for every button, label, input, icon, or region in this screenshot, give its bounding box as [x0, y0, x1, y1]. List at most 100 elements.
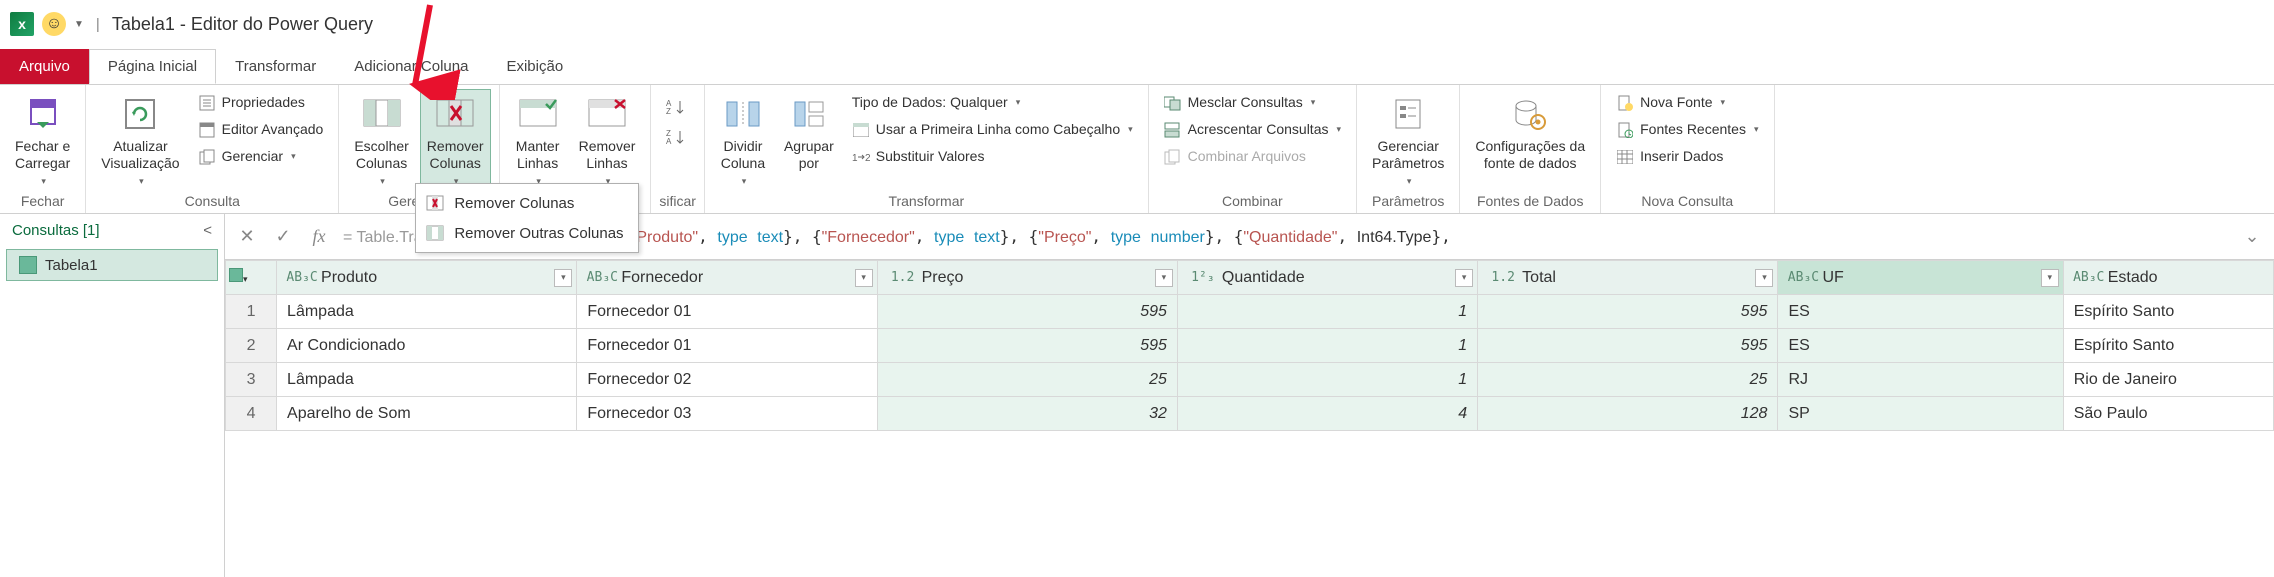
cell-uf[interactable]: ES	[1778, 329, 2063, 363]
formula-fx-button[interactable]: fx	[307, 225, 331, 249]
filter-preco[interactable]: ▾	[1155, 269, 1173, 287]
use-first-row-button[interactable]: Usar a Primeira Linha como Cabeçalho▾	[845, 116, 1140, 143]
table-row[interactable]: 3LâmpadaFornecedor 0225125RJRio de Janei…	[226, 363, 2274, 397]
ribbon: Fechar e Carregar▾ Fechar Atualizar Visu…	[0, 84, 2274, 214]
cell-preco[interactable]: 595	[877, 329, 1177, 363]
cell-fornecedor[interactable]: Fornecedor 01	[577, 329, 877, 363]
col-header-uf[interactable]: AB₃CUF▾	[1778, 261, 2063, 295]
new-source-button[interactable]: Nova Fonte▾	[1609, 89, 1765, 116]
tab-view[interactable]: Exibição	[487, 49, 582, 84]
collapse-pane-icon[interactable]: <	[203, 222, 212, 239]
group-by-button[interactable]: Agrupar por	[777, 89, 841, 177]
cell-estado[interactable]: Espírito Santo	[2063, 329, 2273, 363]
first-row-header-icon	[852, 121, 870, 139]
tab-file[interactable]: Arquivo	[0, 49, 89, 84]
table-row[interactable]: 2Ar CondicionadoFornecedor 015951595ESEs…	[226, 329, 2274, 363]
cell-produto[interactable]: Aparelho de Som	[277, 397, 577, 431]
col-header-fornecedor[interactable]: AB₃CFornecedor▾	[577, 261, 877, 295]
queries-header[interactable]: Consultas [1] <	[0, 214, 224, 247]
close-load-button[interactable]: Fechar e Carregar▾	[8, 89, 77, 191]
merge-queries-button[interactable]: Mesclar Consultas▾	[1157, 89, 1348, 116]
keep-rows-button[interactable]: Manter Linhas▾	[508, 89, 568, 191]
tab-home[interactable]: Página Inicial	[89, 49, 216, 84]
formula-expand-button[interactable]: ⌄	[2240, 225, 2264, 249]
cell-estado[interactable]: Espírito Santo	[2063, 295, 2273, 329]
cell-preco[interactable]: 25	[877, 363, 1177, 397]
col-header-produto[interactable]: AB₃CProduto▾	[277, 261, 577, 295]
tab-transform[interactable]: Transformar	[216, 49, 335, 84]
col-header-preco[interactable]: 1.2Preço▾	[877, 261, 1177, 295]
replace-values-icon: 12	[852, 148, 870, 166]
menu-remove-other-columns[interactable]: Remover Outras Colunas	[416, 218, 637, 248]
cell-fornecedor[interactable]: Fornecedor 01	[577, 295, 877, 329]
filter-produto[interactable]: ▾	[554, 269, 572, 287]
recent-sources-button[interactable]: Fontes Recentes▾	[1609, 116, 1765, 143]
table-row[interactable]: 4Aparelho de SomFornecedor 03324128SPSão…	[226, 397, 2274, 431]
col-header-estado[interactable]: AB₃CEstado	[2063, 261, 2273, 295]
qat-dropdown-icon[interactable]: ▼	[74, 19, 84, 30]
advanced-editor-button[interactable]: Editor Avançado	[191, 116, 331, 143]
svg-text:Z: Z	[666, 107, 671, 116]
query-item-tabela1[interactable]: Tabela1	[6, 249, 218, 281]
group-label-query: Consulta	[94, 191, 330, 211]
filter-uf[interactable]: ▾	[2041, 269, 2059, 287]
menu-remove-columns[interactable]: Remover Colunas	[416, 188, 637, 218]
recent-sources-icon	[1616, 121, 1634, 139]
cell-estado[interactable]: Rio de Janeiro	[2063, 363, 2273, 397]
cell-total[interactable]: 25	[1478, 363, 1778, 397]
cell-total[interactable]: 128	[1478, 397, 1778, 431]
cell-preco[interactable]: 32	[877, 397, 1177, 431]
cell-quantidade[interactable]: 1	[1177, 329, 1477, 363]
cell-produto[interactable]: Ar Condicionado	[277, 329, 577, 363]
table-row[interactable]: 1LâmpadaFornecedor 015951595ESEspírito S…	[226, 295, 2274, 329]
cell-quantidade[interactable]: 4	[1177, 397, 1477, 431]
col-header-quantidade[interactable]: 1²₃Quantidade▾	[1177, 261, 1477, 295]
enter-data-button[interactable]: Inserir Dados	[1609, 143, 1765, 170]
cell-total[interactable]: 595	[1478, 295, 1778, 329]
cell-produto[interactable]: Lâmpada	[277, 295, 577, 329]
formula-cancel-button[interactable]: ✕	[235, 225, 259, 249]
cell-quantidade[interactable]: 1	[1177, 363, 1477, 397]
remove-columns-button[interactable]: Remover Colunas▾	[420, 89, 491, 191]
cell-quantidade[interactable]: 1	[1177, 295, 1477, 329]
refresh-preview-button[interactable]: Atualizar Visualização▾	[94, 89, 186, 191]
title-bar: x ☺ ▼ | Tabela1 - Editor do Power Query	[0, 0, 2274, 48]
smiley-icon[interactable]: ☺	[42, 12, 66, 36]
cell-total[interactable]: 595	[1478, 329, 1778, 363]
row-number[interactable]: 4	[226, 397, 277, 431]
workspace: Consultas [1] < Tabela1 ✕ ✓ fx = Table.T…	[0, 214, 2274, 577]
col-header-total[interactable]: 1.2Total▾	[1478, 261, 1778, 295]
choose-columns-button[interactable]: Escolher Colunas▾	[347, 89, 415, 191]
combine-files-button[interactable]: Combinar Arquivos	[1157, 143, 1348, 170]
sort-desc-button[interactable]: ZA	[659, 125, 691, 149]
cell-uf[interactable]: SP	[1778, 397, 2063, 431]
cell-fornecedor[interactable]: Fornecedor 02	[577, 363, 877, 397]
row-number[interactable]: 1	[226, 295, 277, 329]
cell-preco[interactable]: 595	[877, 295, 1177, 329]
filter-fornecedor[interactable]: ▾	[855, 269, 873, 287]
formula-accept-button[interactable]: ✓	[271, 225, 295, 249]
data-type-button[interactable]: Tipo de Dados: Qualquer▾	[845, 89, 1140, 116]
cell-uf[interactable]: ES	[1778, 295, 2063, 329]
cell-fornecedor[interactable]: Fornecedor 03	[577, 397, 877, 431]
cell-estado[interactable]: São Paulo	[2063, 397, 2273, 431]
filter-quantidade[interactable]: ▾	[1455, 269, 1473, 287]
filter-total[interactable]: ▾	[1755, 269, 1773, 287]
properties-button[interactable]: Propriedades	[191, 89, 331, 116]
manage-parameters-button[interactable]: Gerenciar Parâmetros▾	[1365, 89, 1451, 191]
manage-button[interactable]: Gerenciar▾	[191, 143, 331, 170]
cell-uf[interactable]: RJ	[1778, 363, 2063, 397]
split-column-button[interactable]: Dividir Coluna▾	[713, 89, 773, 191]
cell-produto[interactable]: Lâmpada	[277, 363, 577, 397]
row-number[interactable]: 2	[226, 329, 277, 363]
append-queries-button[interactable]: Acrescentar Consultas▾	[1157, 116, 1348, 143]
header-row: ▾ AB₃CProduto▾ AB₃CFornecedor▾ 1.2Preço▾…	[226, 261, 2274, 295]
data-source-settings-button[interactable]: Configurações da fonte de dados	[1468, 89, 1592, 177]
data-grid[interactable]: ▾ AB₃CProduto▾ AB₃CFornecedor▾ 1.2Preço▾…	[225, 260, 2274, 577]
row-number[interactable]: 3	[226, 363, 277, 397]
remove-rows-button[interactable]: Remover Linhas▾	[572, 89, 643, 191]
replace-values-button[interactable]: 12 Substituir Valores	[845, 143, 1140, 170]
select-all-corner[interactable]: ▾	[226, 261, 277, 295]
sort-asc-button[interactable]: AZ	[659, 95, 691, 119]
manage-icon	[198, 148, 216, 166]
